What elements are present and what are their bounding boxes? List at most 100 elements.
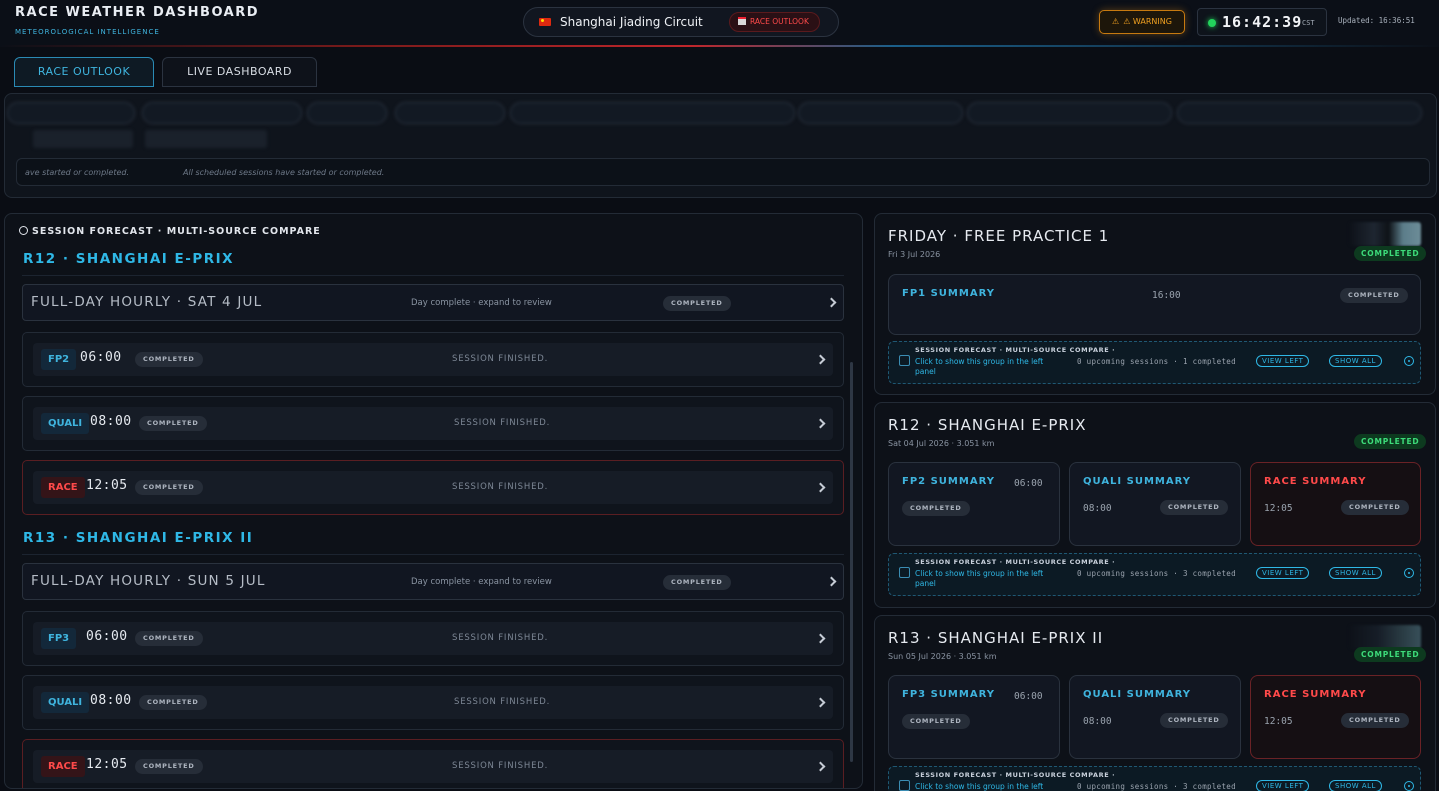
session-row-race[interactable]: RACE 12:05 COMPLETED SESSION FINISHED. <box>22 460 844 515</box>
view-left-button[interactable]: VIEW LEFT <box>1256 567 1310 579</box>
card-title: R12 · SHANGHAI E-PRIX <box>888 416 1087 434</box>
session-status: SESSION FINISHED. <box>454 418 551 428</box>
summary-race[interactable]: RACE SUMMARY 12:05 COMPLETED <box>1250 675 1421 759</box>
blurred-chip <box>307 102 387 124</box>
status-badge: COMPLETED <box>902 714 970 729</box>
blurred-chip <box>510 102 795 124</box>
tab-live-dashboard[interactable]: LIVE DASHBOARD <box>162 57 317 87</box>
circuit-selector[interactable]: Shanghai Jiading Circuit RACE OUTLOOK <box>523 7 839 37</box>
session-tag: RACE <box>41 477 85 498</box>
session-status: SESSION FINISHED. <box>452 761 549 771</box>
summary-race[interactable]: RACE SUMMARY 12:05 COMPLETED <box>1250 462 1421 546</box>
summary-title: FP1 SUMMARY <box>902 288 995 299</box>
session-time: 08:00 <box>90 414 132 429</box>
summary-title: FP2 SUMMARY <box>902 476 995 487</box>
clock-timezone: CST <box>1302 19 1315 27</box>
panel-heading: SESSION FORECAST · MULTI-SOURCE COMPARE <box>19 226 321 237</box>
app-subtitle: METEOROLOGICAL INTELLIGENCE <box>15 28 160 36</box>
show-in-left-link[interactable]: Click to show this group in the left pan… <box>915 569 1065 589</box>
fullday-note: Day complete · expand to review <box>411 577 552 587</box>
blurred-chip <box>798 102 963 124</box>
radio-toggle-icon[interactable] <box>1404 568 1414 578</box>
session-row-fp2[interactable]: FP2 06:00 COMPLETED SESSION FINISHED. <box>22 332 844 387</box>
session-row-race[interactable]: RACE 12:05 COMPLETED SESSION FINISHED. <box>22 739 844 788</box>
status-strip: ave started or completed. All scheduled … <box>4 93 1437 198</box>
china-flag-icon <box>539 18 551 26</box>
clock-icon <box>19 226 28 235</box>
view-left-button[interactable]: VIEW LEFT <box>1256 355 1310 367</box>
show-all-button[interactable]: SHOW ALL <box>1329 567 1382 579</box>
session-tag: FP2 <box>41 349 77 370</box>
fullday-hourly-row[interactable]: FULL-DAY HOURLY · SAT 4 JUL Day complete… <box>22 284 844 321</box>
warning-icon: ⚠ <box>1112 17 1120 26</box>
fullday-title: FULL-DAY HOURLY · SAT 4 JUL <box>31 294 263 310</box>
summary-fp2[interactable]: FP2 SUMMARY 06:00 COMPLETED <box>888 462 1060 546</box>
summary-title: RACE SUMMARY <box>1264 689 1367 700</box>
session-row-quali[interactable]: QUALI 08:00 COMPLETED SESSION FINISHED. <box>22 396 844 451</box>
session-tag: RACE <box>41 756 85 777</box>
show-all-button[interactable]: SHOW ALL <box>1329 355 1382 367</box>
status-badge: COMPLETED <box>135 480 203 495</box>
summary-time: 06:00 <box>1014 691 1043 702</box>
session-row-fp3[interactable]: FP3 06:00 COMPLETED SESSION FINISHED. <box>22 611 844 666</box>
compare-group-bar: SESSION FORECAST · MULTI-SOURCE COMPARE … <box>888 553 1421 596</box>
warning-label: ⚠ WARNING <box>1123 17 1172 26</box>
status-badge: COMPLETED <box>1160 500 1228 515</box>
session-time: 12:05 <box>86 757 128 772</box>
radio-toggle-icon[interactable] <box>1404 781 1414 791</box>
status-message-right: All scheduled sessions have started or c… <box>183 168 385 177</box>
status-badge: COMPLETED <box>1354 434 1427 449</box>
scrollbar[interactable] <box>850 362 853 762</box>
fullday-hourly-row[interactable]: FULL-DAY HOURLY · SUN 5 JUL Day complete… <box>22 563 844 600</box>
tab-race-outlook[interactable]: RACE OUTLOOK <box>14 57 154 87</box>
status-badge: COMPLETED <box>663 575 731 590</box>
session-time: 08:00 <box>90 693 132 708</box>
radio-toggle-icon[interactable] <box>1404 356 1414 366</box>
race-outlook-badge: RACE OUTLOOK <box>729 12 820 32</box>
card-title: FRIDAY · FREE PRACTICE 1 <box>888 227 1110 245</box>
compare-icon <box>899 355 910 366</box>
header-divider <box>0 45 1439 47</box>
card-subtitle: Fri 3 Jul 2026 <box>888 250 941 259</box>
app-title: RACE WEATHER DASHBOARD <box>15 5 260 20</box>
card-subtitle: Sun 05 Jul 2026 · 3.051 km <box>888 652 997 661</box>
chevron-right-icon <box>826 297 837 308</box>
summary-fp1[interactable]: FP1 SUMMARY 16:00 COMPLETED <box>888 274 1421 335</box>
show-all-button[interactable]: SHOW ALL <box>1329 780 1382 791</box>
blurred-chip <box>142 102 302 124</box>
status-badge: COMPLETED <box>1160 713 1228 728</box>
warning-badge[interactable]: ⚠ ⚠ WARNING <box>1099 10 1185 34</box>
session-row-quali[interactable]: QUALI 08:00 COMPLETED SESSION FINISHED. <box>22 675 844 730</box>
session-forecast-panel: SESSION FORECAST · MULTI-SOURCE COMPARE … <box>4 213 863 789</box>
card-title: R13 · SHANGHAI E-PRIX II <box>888 629 1104 647</box>
divider <box>22 275 844 276</box>
clock-display: 16:42:39 CST <box>1197 8 1327 36</box>
compare-heading: SESSION FORECAST · MULTI-SOURCE COMPARE … <box>915 346 1116 354</box>
summary-quali[interactable]: QUALI SUMMARY 08:00 COMPLETED <box>1069 462 1241 546</box>
summary-fp3[interactable]: FP3 SUMMARY 06:00 COMPLETED <box>888 675 1060 759</box>
summary-title: RACE SUMMARY <box>1264 476 1367 487</box>
status-badge: COMPLETED <box>1341 500 1409 515</box>
fullday-note: Day complete · expand to review <box>411 298 552 308</box>
summary-title: QUALI SUMMARY <box>1083 689 1191 700</box>
weather-thumbnail <box>1349 222 1421 246</box>
show-in-left-link[interactable]: Click to show this group in the left pan… <box>915 782 1065 791</box>
blurred-chip <box>1177 102 1422 124</box>
weather-thumbnail <box>1349 625 1421 649</box>
session-time: 06:00 <box>86 629 128 644</box>
status-message-left: ave started or completed. <box>25 168 129 177</box>
summary-time: 12:05 <box>1264 716 1293 727</box>
chevron-right-icon <box>815 697 826 708</box>
summary-quali[interactable]: QUALI SUMMARY 08:00 COMPLETED <box>1069 675 1241 759</box>
event-card-fp1: FRIDAY · FREE PRACTICE 1 Fri 3 Jul 2026 … <box>874 213 1436 395</box>
view-left-button[interactable]: VIEW LEFT <box>1256 780 1310 791</box>
status-badge: COMPLETED <box>135 759 203 774</box>
circuit-name: Shanghai Jiading Circuit <box>560 15 703 29</box>
session-tag: QUALI <box>41 692 90 713</box>
fullday-title: FULL-DAY HOURLY · SUN 5 JUL <box>31 573 266 589</box>
status-badge: COMPLETED <box>663 296 731 311</box>
status-badge: COMPLETED <box>1354 246 1427 261</box>
show-in-left-link[interactable]: Click to show this group in the left pan… <box>915 357 1065 377</box>
event-card-r12: R12 · SHANGHAI E-PRIX Sat 04 Jul 2026 · … <box>874 402 1436 608</box>
summary-title: FP3 SUMMARY <box>902 689 995 700</box>
